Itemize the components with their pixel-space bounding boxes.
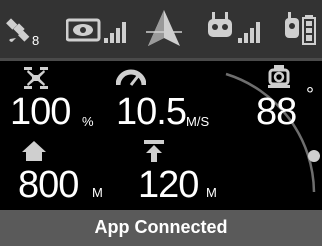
connection-status-bar: App Connected — [0, 210, 322, 246]
drone-icon — [24, 67, 48, 89]
remote-controller-signal-icon — [208, 12, 260, 43]
drone-battery-icon — [285, 12, 316, 45]
gimbal-value: 88 — [256, 91, 297, 133]
status-bar: 8 — [0, 0, 322, 58]
gimbal-unit: ° — [306, 84, 314, 106]
speed-unit: M/S — [186, 114, 210, 129]
altitude-icon — [144, 140, 164, 162]
battery-unit: % — [82, 114, 94, 129]
gauge-icon — [116, 69, 146, 86]
satellite-count: 8 — [32, 33, 40, 48]
home-icon — [22, 141, 46, 161]
drone-telemetry-screen: 8 100 % 10.5 M/S 88 ° 800 M 120 M App Co… — [0, 0, 322, 246]
camera-signal-icon — [66, 18, 126, 43]
home-distance-unit: M — [92, 185, 103, 200]
altitude-value: 120 — [138, 164, 199, 206]
status-bar-divider — [0, 58, 322, 61]
battery-value: 100 — [10, 91, 71, 133]
satellite-icon — [6, 18, 30, 42]
connection-status-text: App Connected — [94, 217, 228, 237]
north-arrow-icon — [146, 10, 182, 46]
speed-value: 10.5 — [116, 91, 187, 133]
home-distance-value: 800 — [18, 164, 79, 206]
gimbal-camera-icon — [268, 65, 290, 88]
altitude-unit: M — [206, 185, 217, 200]
